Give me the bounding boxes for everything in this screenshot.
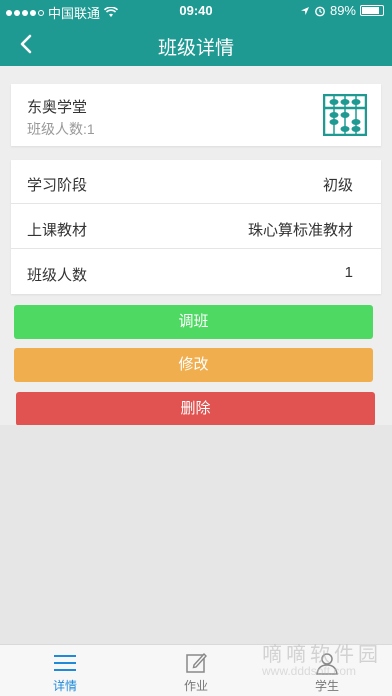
delete-button[interactable]: 删除 <box>16 392 375 426</box>
battery-icon <box>360 5 384 16</box>
list-icon <box>54 655 76 671</box>
tab-label: 作业 <box>183 679 208 693</box>
abacus-icon <box>323 94 367 136</box>
edit-icon <box>186 652 207 673</box>
info-value: 1 <box>344 264 353 281</box>
info-label: 学习阶段 <box>27 177 88 194</box>
class-student-count: 班级人数:1 <box>27 121 95 137</box>
info-row-textbook: 上课教材 珠心算标准教材 <box>11 205 381 249</box>
edit-button[interactable]: 修改 <box>14 348 373 382</box>
watermark-url: www.dddsoft.com <box>262 664 357 678</box>
status-right: 89% <box>300 3 384 18</box>
info-label: 班级人数 <box>27 267 88 284</box>
tab-label: 学生 <box>314 679 339 693</box>
alarm-icon <box>315 6 325 16</box>
info-label: 上课教材 <box>27 222 88 239</box>
empty-area <box>0 425 392 644</box>
tab-details[interactable]: 详情 <box>0 645 130 696</box>
class-name: 东奥学堂 <box>27 99 88 116</box>
nav-bar: 班级详情 <box>0 22 392 66</box>
transfer-class-button[interactable]: 调班 <box>14 305 373 339</box>
tab-homework[interactable]: 作业 <box>131 645 261 696</box>
tab-label: 详情 <box>52 679 77 693</box>
page-title: 班级详情 <box>157 38 234 59</box>
watermark-text: 嘀嘀软件园 <box>262 644 382 666</box>
class-info-card: 学习阶段 初级 上课教材 珠心算标准教材 班级人数 1 <box>11 160 381 294</box>
status-bar: 中国联通 09:40 89% <box>0 0 392 22</box>
location-icon <box>300 6 309 15</box>
info-value: 珠心算标准教材 <box>247 222 353 239</box>
battery-percent: 89% <box>329 3 356 18</box>
info-row-count: 班级人数 1 <box>11 250 381 294</box>
info-value: 初级 <box>322 177 353 194</box>
class-summary-card: 东奥学堂 班级人数:1 <box>11 84 381 146</box>
info-row-stage: 学习阶段 初级 <box>11 160 381 204</box>
